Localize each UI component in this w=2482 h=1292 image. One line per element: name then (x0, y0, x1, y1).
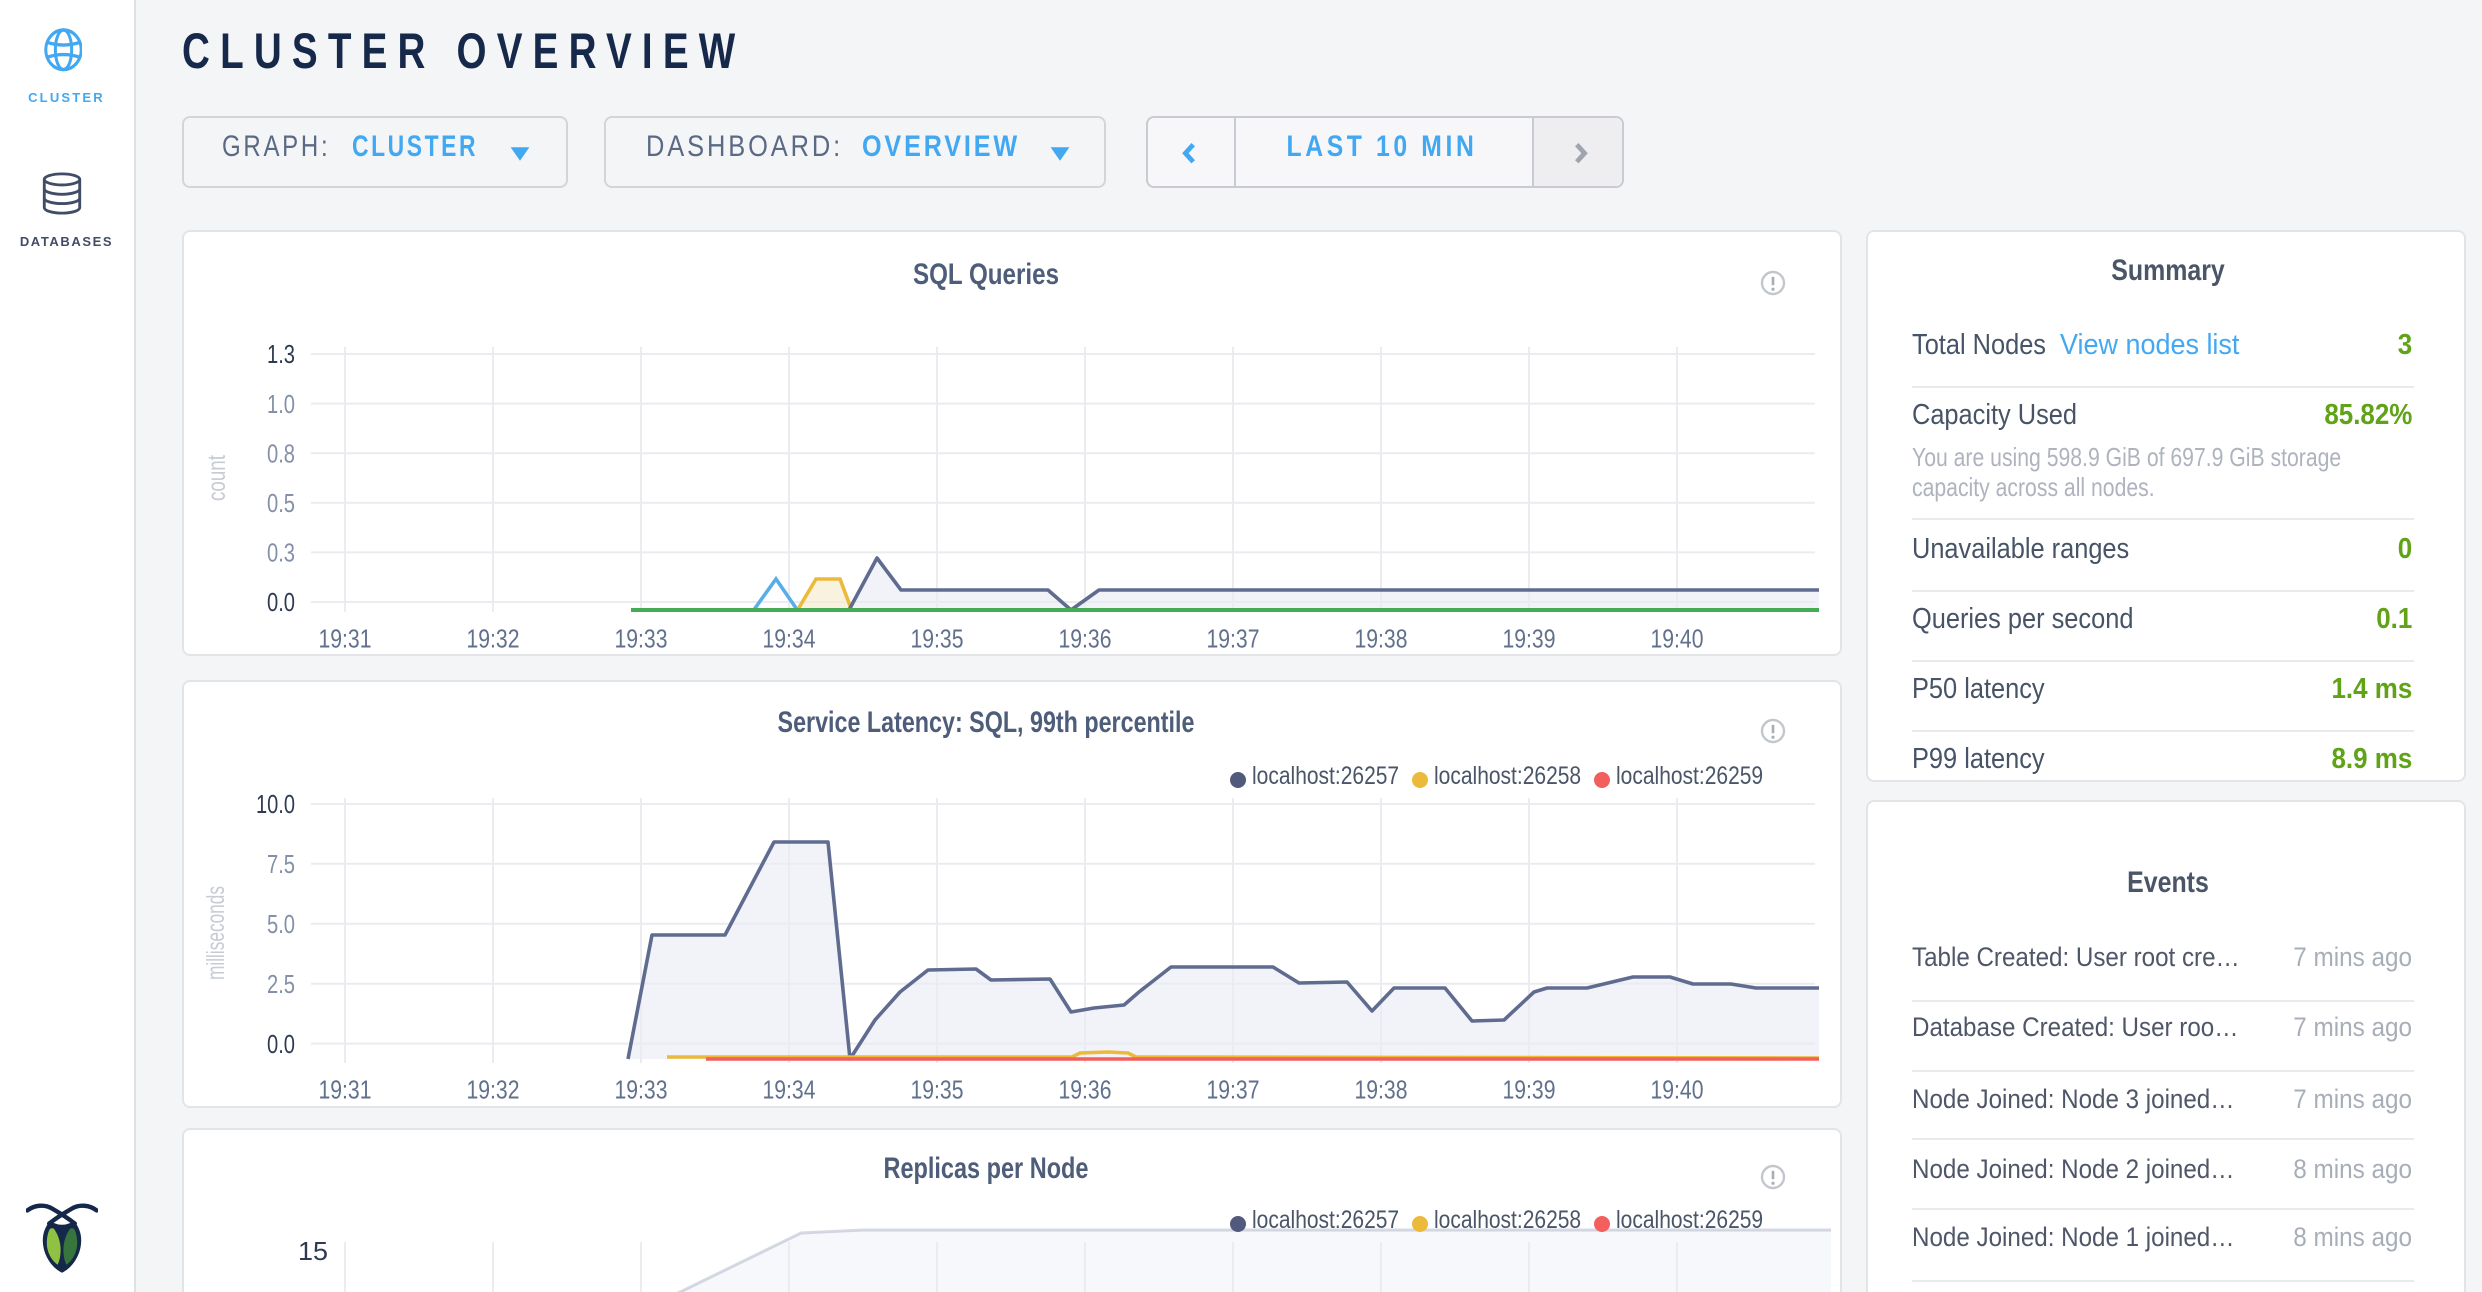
svg-text:19:33: 19:33 (614, 1074, 667, 1104)
svg-text:0.0: 0.0 (266, 587, 294, 617)
svg-text:10.0: 10.0 (255, 788, 294, 818)
svg-text:19:32: 19:32 (466, 624, 519, 654)
svg-text:1.0: 1.0 (266, 389, 294, 419)
svg-text:count: count (202, 455, 230, 501)
svg-text:0.5: 0.5 (266, 488, 294, 518)
svg-text:19:34: 19:34 (762, 1074, 815, 1104)
svg-text:19:39: 19:39 (1502, 624, 1555, 654)
svg-text:19:40: 19:40 (1650, 624, 1703, 654)
svg-text:19:37: 19:37 (1206, 1074, 1259, 1104)
svg-text:0.0: 0.0 (266, 1028, 294, 1058)
svg-text:19:34: 19:34 (762, 624, 815, 654)
svg-text:19:33: 19:33 (614, 624, 667, 654)
svg-text:19:36: 19:36 (1058, 1074, 1111, 1104)
svg-text:7.5: 7.5 (266, 848, 294, 878)
svg-text:15: 15 (297, 1236, 327, 1266)
svg-text:2.5: 2.5 (266, 968, 294, 998)
svg-text:19:39: 19:39 (1502, 1074, 1555, 1104)
svg-text:1.3: 1.3 (266, 339, 294, 369)
svg-text:19:31: 19:31 (318, 624, 371, 654)
svg-text:0.3: 0.3 (266, 538, 294, 568)
svg-text:19:36: 19:36 (1058, 624, 1111, 654)
svg-text:19:38: 19:38 (1354, 1074, 1407, 1104)
svg-text:19:37: 19:37 (1206, 624, 1259, 654)
svg-text:0.8: 0.8 (266, 438, 294, 468)
svg-text:19:35: 19:35 (910, 624, 963, 654)
svg-text:milliseconds: milliseconds (201, 885, 229, 979)
svg-text:19:32: 19:32 (466, 1074, 519, 1104)
svg-text:5.0: 5.0 (266, 908, 294, 938)
svg-text:19:35: 19:35 (910, 1074, 963, 1104)
svg-text:19:31: 19:31 (318, 1074, 371, 1104)
svg-text:19:40: 19:40 (1650, 1074, 1703, 1104)
svg-text:19:38: 19:38 (1354, 624, 1407, 654)
